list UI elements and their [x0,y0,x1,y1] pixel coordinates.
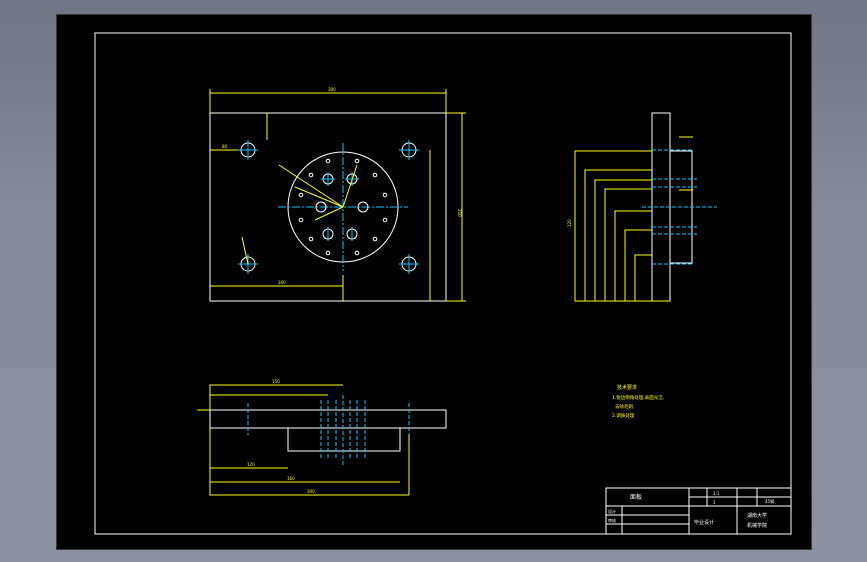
dim-top-overall: 300 [328,87,336,92]
notes-heading: 技术要求 [617,384,637,391]
school-label: 湖南大学 [747,512,767,519]
dim-front-mid: 120 [247,462,255,467]
notes-line-3: 2.调质处理 [612,412,635,419]
scale-value: 1:1 [713,491,720,496]
material-value: 45钢 [765,498,774,504]
dim-bottom-width: 160 [278,280,286,285]
notes-line-2: 去除毛刺, [615,403,634,410]
part-name: 面板 [630,493,642,501]
dim-side-height: 120 [567,219,572,227]
row-check: 审核 [608,517,616,523]
plan-view: 300 250 80 160 [209,87,466,302]
department-label: 机械学院 [747,522,767,529]
cad-viewport[interactable]: 300 250 80 160 120 150 120 160 300 技术要求 … [56,14,812,550]
dim-front-top: 150 [272,379,280,384]
project-label: 毕业设计 [694,519,714,526]
technical-notes: 技术要求 1.锐边倒角处理,表面光洁, 去除毛刺, 2.调质处理 [612,384,664,419]
dim-left-offset: 80 [222,144,228,149]
notes-line-1: 1.锐边倒角处理,表面光洁, [612,394,664,401]
side-view: 120 [567,112,717,302]
sheet-value: 1 [713,500,716,505]
dim-front-overall: 300 [307,489,315,494]
dim-front-bottom: 160 [287,476,295,481]
sheet-border [94,32,792,535]
dim-right-height: 250 [457,209,462,217]
front-boss-outline [287,427,401,452]
cad-drawing: 300 250 80 160 120 150 120 160 300 技术要求 … [94,32,792,535]
row-design: 设计 [608,508,616,514]
title-block: 面板 毕业设计 湖南大学 机械学院 1:1 1 45钢 设计 审核 [605,487,792,535]
front-view: 150 120 160 300 [197,379,447,496]
